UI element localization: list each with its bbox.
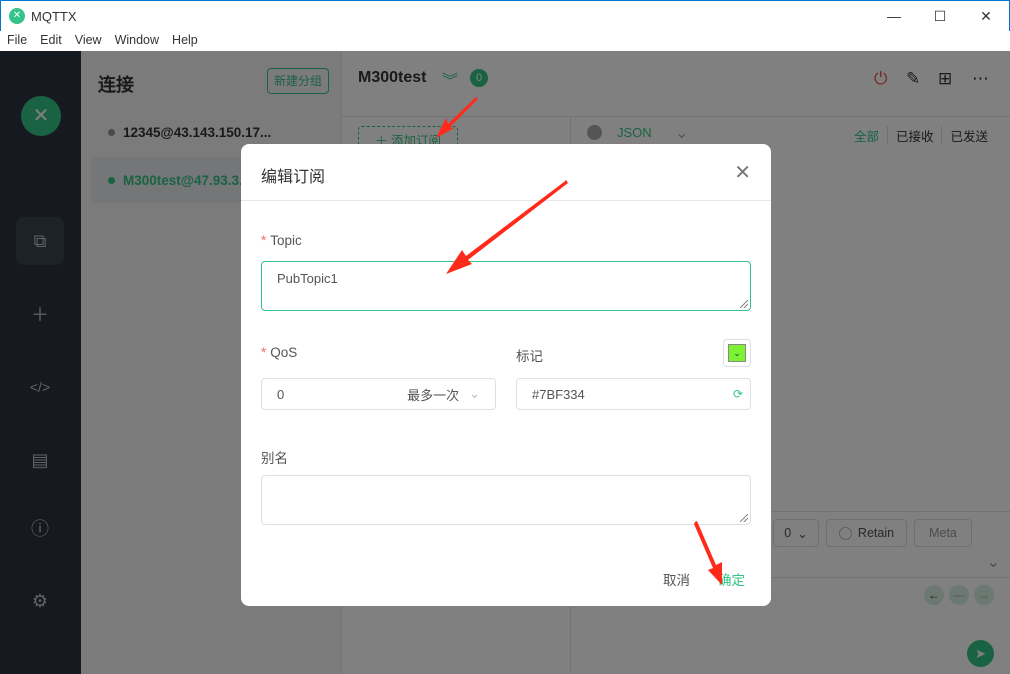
help-icon[interactable] bbox=[587, 125, 602, 140]
connections-nav-icon[interactable]: ⧉ bbox=[16, 217, 64, 265]
new-window-icon[interactable]: ⊞ bbox=[938, 69, 952, 89]
chevron-down-icon[interactable]: ⌄ bbox=[675, 123, 688, 143]
message-count-badge: 0 bbox=[470, 69, 488, 87]
prev-arrow-icon[interactable]: ← bbox=[924, 585, 944, 605]
radio-icon bbox=[838, 526, 852, 540]
log-icon[interactable]: ▤ bbox=[16, 436, 64, 484]
settings-gear-icon[interactable]: ⚙ bbox=[16, 577, 64, 625]
mark-color-input[interactable]: #7BF334 ⟳ bbox=[516, 378, 751, 410]
menu-edit[interactable]: Edit bbox=[33, 31, 68, 51]
chevron-down-icon: ⌄ bbox=[469, 386, 480, 401]
next-arrow-icon[interactable]: → bbox=[974, 585, 994, 605]
send-icon[interactable]: ➤ bbox=[967, 640, 994, 667]
retain-toggle[interactable]: Retain bbox=[826, 519, 907, 547]
about-icon[interactable]: ⓘ bbox=[16, 504, 64, 552]
connection-header: M300test ︾ 0 ⏻ ✎ ⊞ ⋯ bbox=[342, 51, 1010, 117]
menu-view[interactable]: View bbox=[68, 31, 108, 51]
new-group-button[interactable]: 新建分组 bbox=[267, 68, 329, 94]
menu-window[interactable]: Window bbox=[108, 31, 165, 51]
confirm-button[interactable]: 确定 bbox=[718, 569, 745, 589]
reset-icon[interactable]: — bbox=[949, 585, 969, 605]
qos-label: * QoS bbox=[261, 345, 298, 360]
collapse-chevron-icon[interactable]: ︾ bbox=[442, 67, 458, 91]
qos-description: 最多一次 bbox=[407, 387, 460, 403]
edit-subscription-dialog: 编辑订阅 ✕ * Topic PubTopic1 * QoS 0 最多一次 ⌄ 标记… bbox=[241, 144, 771, 606]
topic-value: PubTopic1 bbox=[277, 271, 338, 286]
mark-label: 标记 bbox=[516, 349, 543, 364]
status-dot bbox=[108, 176, 115, 184]
divider bbox=[241, 200, 771, 201]
qos-select[interactable]: 0 最多一次 ⌄ bbox=[261, 378, 496, 410]
disconnect-power-icon[interactable]: ⏻ bbox=[874, 69, 887, 89]
app-logo-icon: ✕ bbox=[9, 8, 25, 24]
close-window-button[interactable]: ✕ bbox=[963, 1, 1009, 31]
qos-select[interactable]: 0 ⌄ bbox=[773, 519, 819, 547]
mqttx-logo-icon: ✕ bbox=[21, 96, 61, 136]
chevron-down-icon[interactable]: ⌄ bbox=[987, 552, 1000, 572]
meta-button[interactable]: Meta bbox=[914, 519, 972, 547]
message-filters: 全部 已接收 已发送 bbox=[846, 126, 996, 145]
more-icon[interactable]: ⋯ bbox=[972, 69, 989, 89]
topic-label: * Topic bbox=[261, 233, 302, 248]
filter-all[interactable]: 全部 bbox=[846, 126, 887, 145]
status-dot bbox=[108, 128, 115, 136]
dialog-title: 编辑订阅 bbox=[261, 169, 326, 186]
connections-title: 连接 bbox=[98, 75, 134, 95]
resize-handle[interactable] bbox=[740, 514, 748, 522]
format-select[interactable]: JSON bbox=[617, 125, 652, 140]
color-picker[interactable]: ⌄ bbox=[723, 339, 751, 367]
mark-value: #7BF334 bbox=[532, 386, 585, 402]
minimize-button[interactable]: — bbox=[871, 1, 917, 31]
connection-name: M300test bbox=[358, 69, 427, 86]
close-icon[interactable]: ✕ bbox=[734, 160, 751, 185]
filter-sent[interactable]: 已发送 bbox=[941, 126, 996, 145]
connection-label: 12345@43.143.150.17... bbox=[123, 124, 272, 140]
color-swatch: ⌄ bbox=[728, 344, 746, 362]
menu-bar: File Edit View Window Help bbox=[0, 31, 1010, 51]
menu-file[interactable]: File bbox=[0, 31, 33, 51]
edit-pencil-icon[interactable]: ✎ bbox=[906, 69, 920, 89]
alias-input[interactable] bbox=[261, 475, 751, 525]
alias-label: 别名 bbox=[261, 451, 288, 466]
title-bar: ✕ MQTTX — ☐ ✕ bbox=[0, 0, 1010, 31]
resize-handle[interactable] bbox=[740, 300, 748, 308]
topic-input[interactable]: PubTopic1 bbox=[261, 261, 751, 311]
script-icon[interactable]: </> bbox=[16, 363, 64, 411]
refresh-icon[interactable]: ⟳ bbox=[733, 387, 743, 401]
filter-received[interactable]: 已接收 bbox=[886, 126, 942, 145]
maximize-button[interactable]: ☐ bbox=[917, 1, 963, 31]
cancel-button[interactable]: 取消 bbox=[663, 569, 690, 589]
qos-value: 0 bbox=[784, 526, 792, 540]
left-nav: ✕ ⧉ ＋ </> ▤ ⓘ ⚙ bbox=[0, 51, 81, 674]
menu-help[interactable]: Help bbox=[165, 31, 204, 51]
new-connection-icon[interactable]: ＋ bbox=[16, 290, 64, 338]
window-title: MQTTX bbox=[31, 8, 77, 24]
qos-value: 0 bbox=[277, 386, 285, 402]
connection-label: M300test@47.93.3... bbox=[123, 172, 251, 188]
retain-label: Retain bbox=[857, 526, 895, 540]
